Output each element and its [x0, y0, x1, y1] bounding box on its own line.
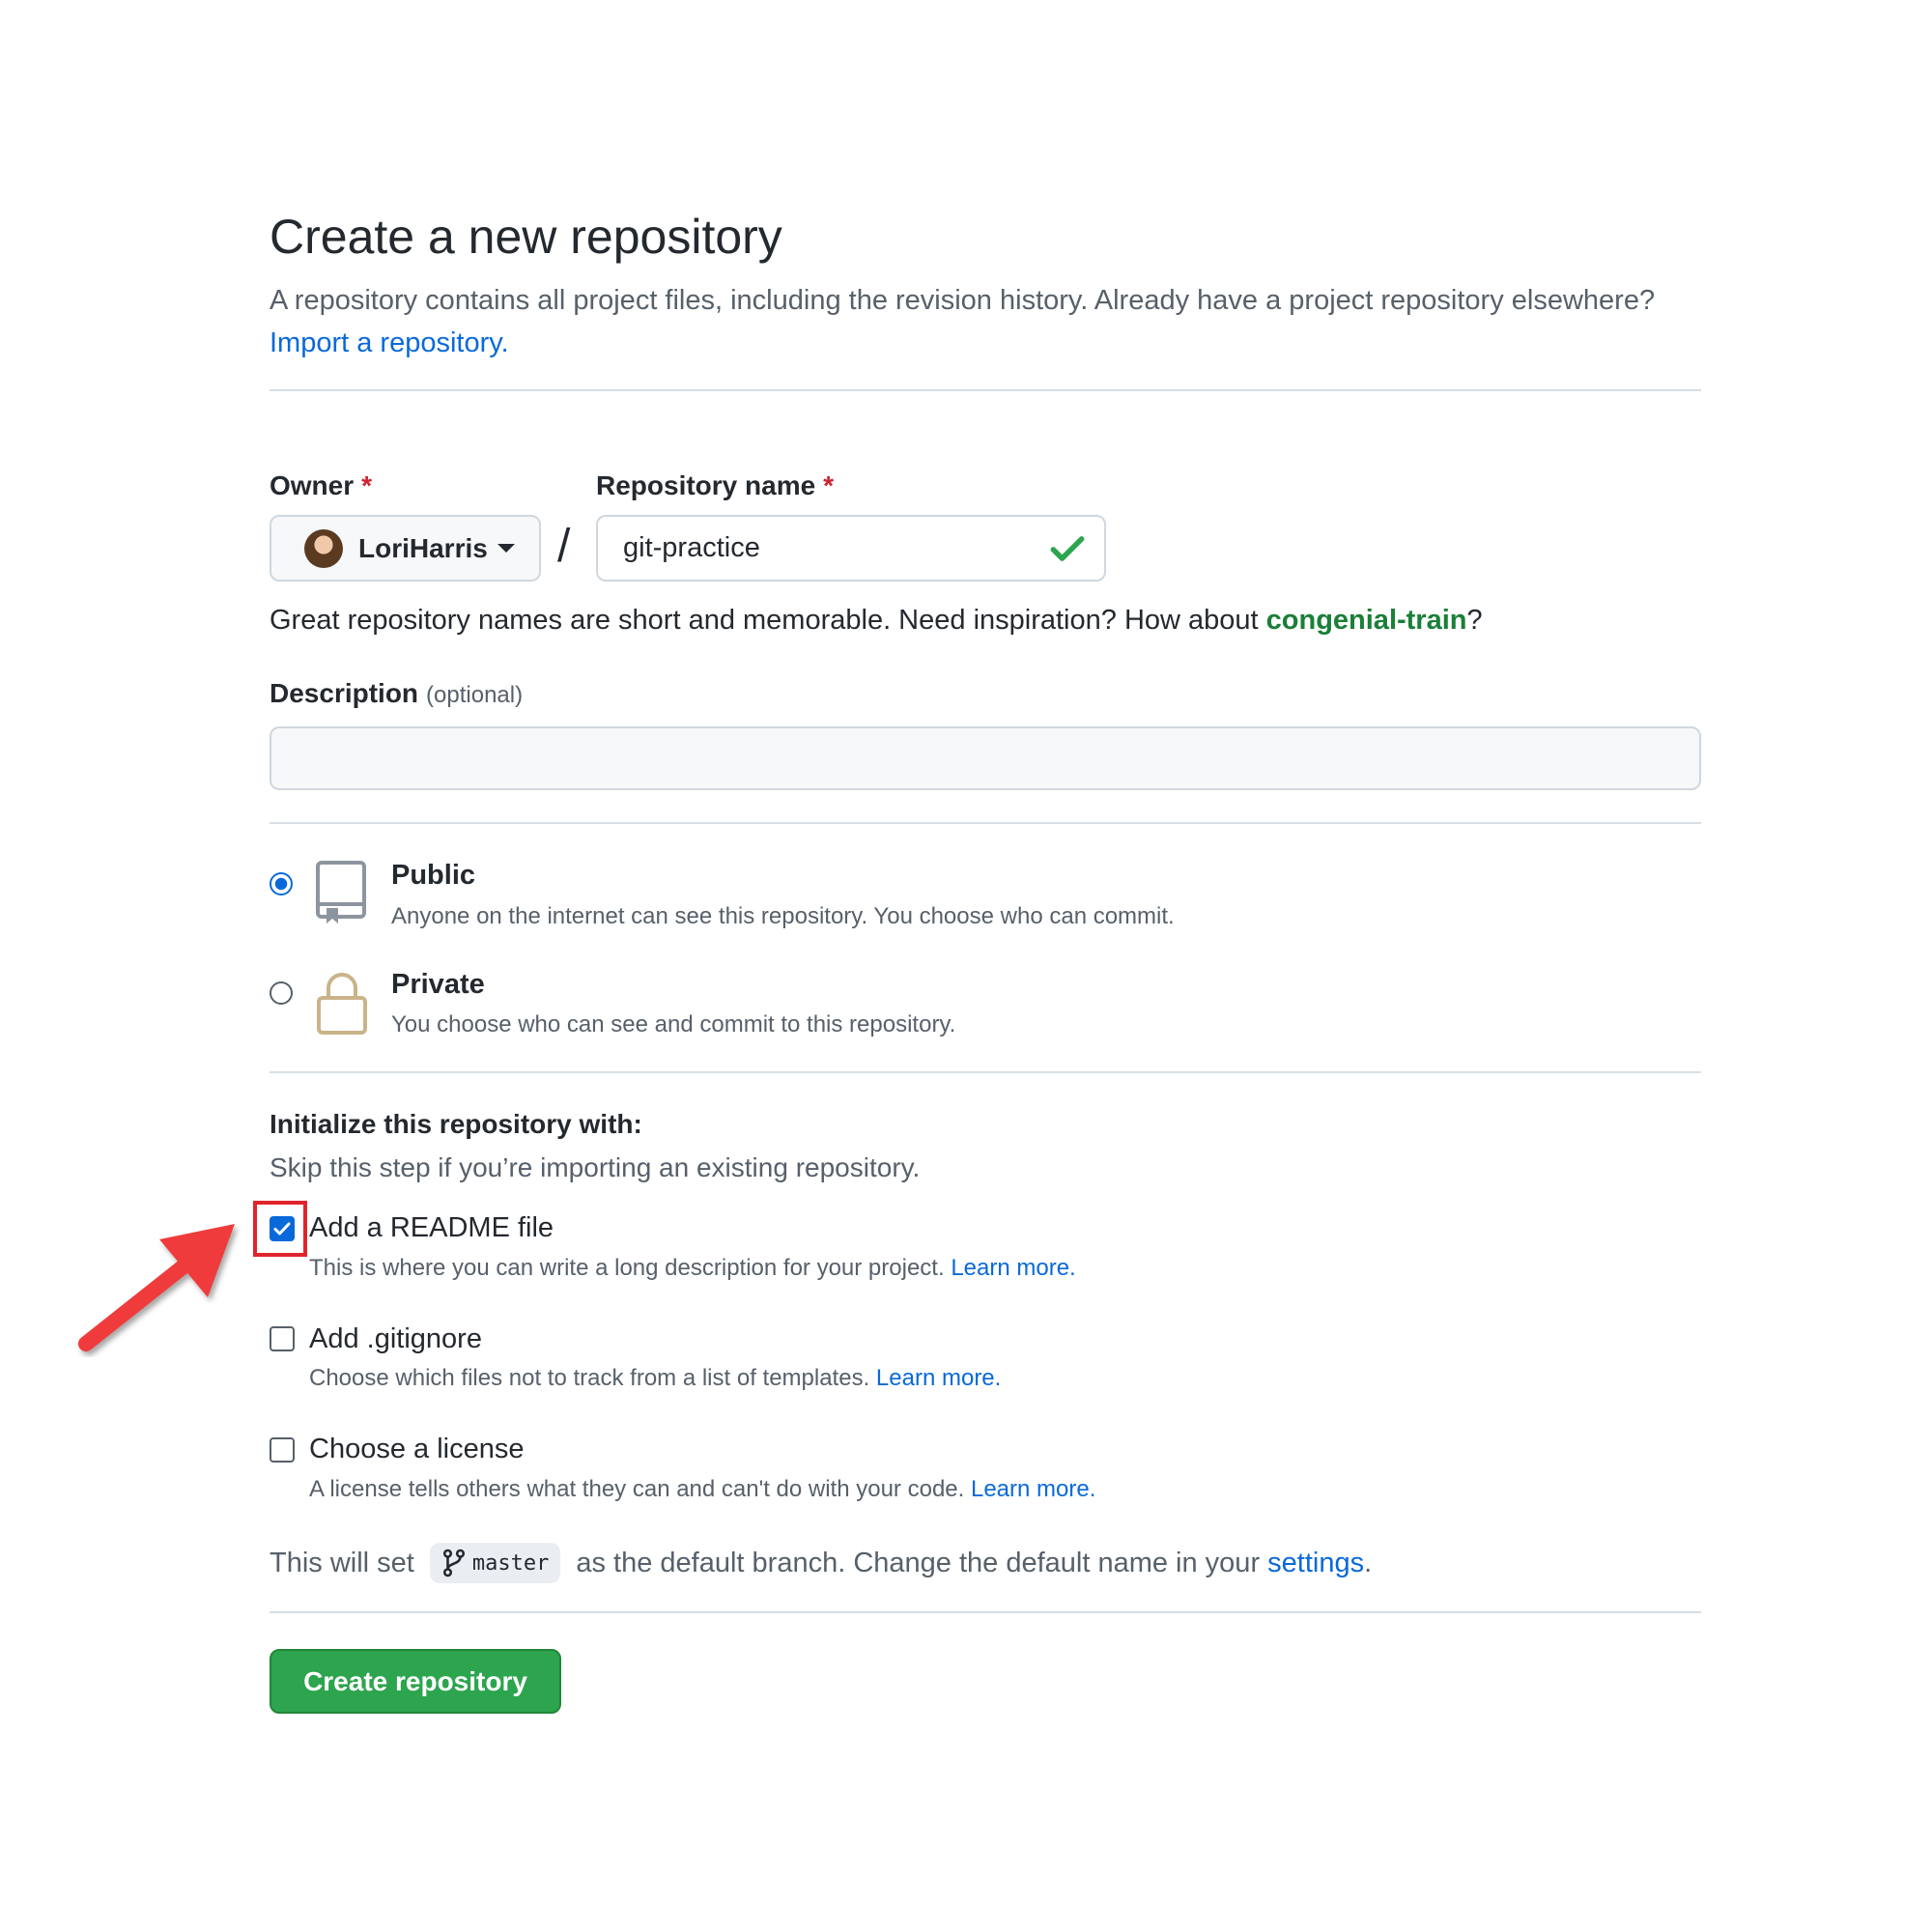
page-subtitle: A repository contains all project files,… — [270, 280, 1719, 364]
branch-prefix: This will set — [270, 1547, 414, 1578]
check-valid-icon — [1050, 535, 1085, 561]
branch-suffix: as the default branch. Change the defaul… — [576, 1547, 1261, 1578]
repo-name-value[interactable]: git-practice — [623, 532, 1046, 564]
avatar — [304, 528, 343, 568]
repo-name-label-text: Repository name — [596, 470, 816, 500]
annotation-arrow-icon — [78, 1224, 235, 1351]
gitignore-checkbox[interactable] — [270, 1326, 295, 1351]
owner-label: Owner * — [270, 470, 372, 501]
caret-down-icon — [497, 544, 515, 553]
description-input[interactable] — [270, 726, 1701, 790]
readme-learn-more-link[interactable]: Learn more. — [951, 1255, 1075, 1281]
license-learn-more-link[interactable]: Learn more. — [971, 1476, 1095, 1502]
git-branch-icon — [442, 1548, 465, 1577]
readme-description: This is where you can write a long descr… — [309, 1255, 1076, 1282]
repo-name-input[interactable]: git-practice — [596, 515, 1106, 582]
divider — [270, 1071, 1701, 1073]
page-title: Create a new repository — [270, 210, 782, 264]
license-description: A license tells others what they can and… — [309, 1476, 1095, 1503]
init-heading: Initialize this repository with: — [270, 1109, 642, 1139]
radio-private[interactable] — [270, 981, 293, 1005]
settings-link[interactable]: settings — [1267, 1548, 1364, 1579]
hint-suffix: ? — [1466, 605, 1483, 636]
radio-public[interactable] — [270, 872, 293, 895]
branch-name: master — [471, 1550, 550, 1576]
readme-desc-text: This is where you can write a long descr… — [309, 1255, 945, 1281]
owner-name: LoriHarris — [358, 532, 488, 563]
license-desc-text: A license tells others what they can and… — [309, 1476, 965, 1502]
gitignore-desc-text: Choose which files not to track from a l… — [309, 1365, 870, 1391]
create-repository-button[interactable]: Create repository — [270, 1649, 561, 1714]
optional-tag: (optional) — [426, 682, 524, 708]
divider — [270, 1611, 1701, 1613]
owner-repo-separator: / — [557, 521, 571, 572]
divider — [270, 389, 1701, 391]
hint-text: Great repository names are short and mem… — [270, 605, 1266, 636]
init-subheading: Skip this step if you’re importing an ex… — [270, 1152, 921, 1182]
owner-label-text: Owner — [270, 470, 355, 500]
description-label-text: Description — [270, 678, 419, 708]
readme-title: Add a README file — [309, 1212, 554, 1243]
import-repository-link[interactable]: Import a repository. — [270, 327, 509, 358]
gitignore-description: Choose which files not to track from a l… — [309, 1365, 1001, 1392]
license-title: Choose a license — [309, 1434, 525, 1464]
subtitle-text: A repository contains all project files,… — [270, 285, 1656, 316]
branch-badge: master — [429, 1543, 561, 1583]
annotation-highlight-box — [253, 1201, 307, 1257]
required-mark: * — [361, 470, 373, 500]
gitignore-title: Add .gitignore — [309, 1323, 482, 1354]
branch-end: . — [1364, 1547, 1373, 1578]
repo-name-label: Repository name * — [596, 470, 834, 501]
public-description: Anyone on the internet can see this repo… — [391, 903, 1175, 929]
public-title: Public — [391, 860, 476, 891]
description-label: Description (optional) — [270, 678, 523, 709]
lock-icon — [317, 973, 367, 1035]
gitignore-learn-more-link[interactable]: Learn more. — [876, 1365, 1001, 1391]
required-mark: * — [823, 470, 835, 500]
name-hint: Great repository names are short and mem… — [270, 605, 1483, 637]
divider — [270, 822, 1701, 824]
name-suggestion[interactable]: congenial-train — [1266, 605, 1467, 636]
repo-icon — [316, 861, 366, 923]
default-branch-note: This will set master as the default bran… — [270, 1543, 1372, 1583]
private-description: You choose who can see and commit to thi… — [391, 1011, 956, 1037]
license-checkbox[interactable] — [270, 1437, 295, 1463]
private-title: Private — [391, 969, 485, 1000]
owner-select[interactable]: LoriHarris — [270, 515, 541, 582]
